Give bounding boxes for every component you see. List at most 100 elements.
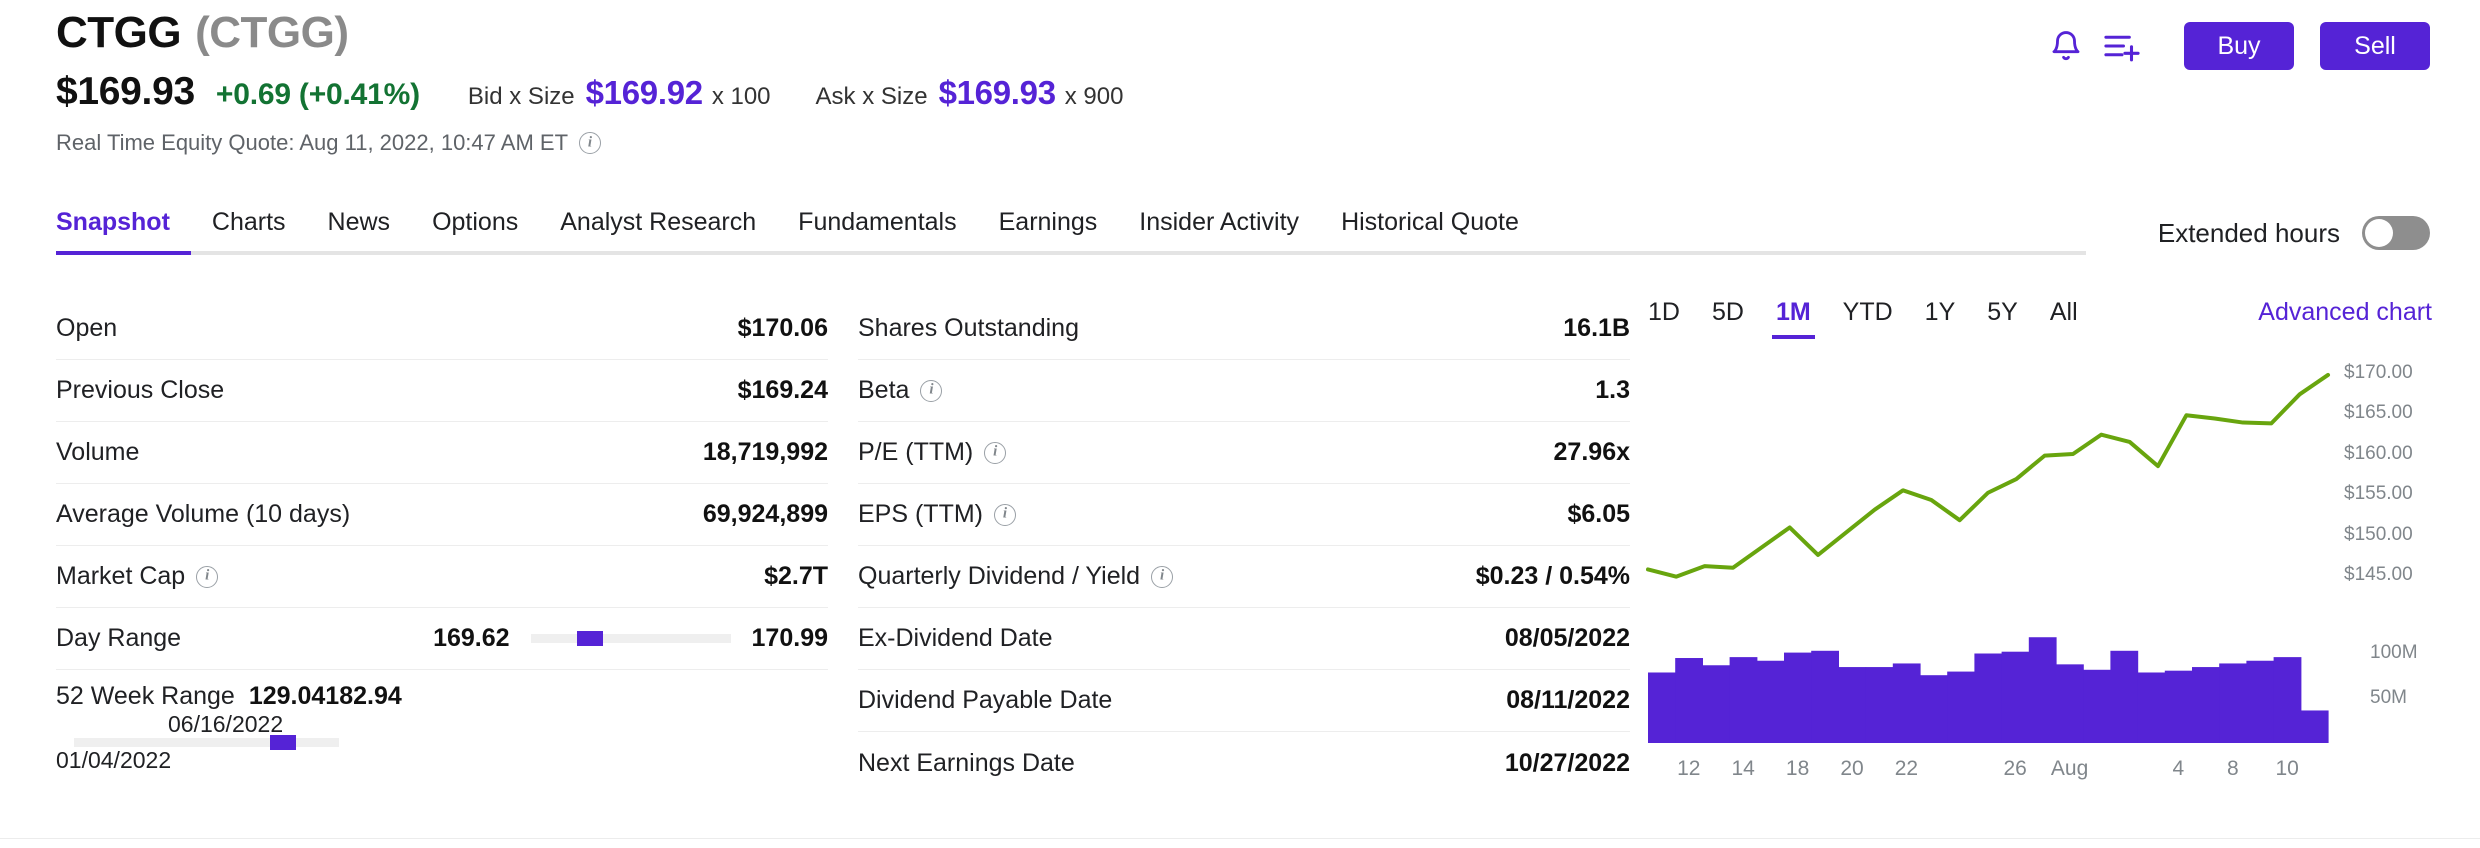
stat-value: $169.24 — [738, 376, 828, 405]
stat-value: 18,719,992 — [703, 438, 828, 467]
stats-column-left: Open$170.06Previous Close$169.24Volume18… — [56, 298, 828, 752]
x-axis-tick: 12 — [1677, 757, 1700, 781]
stat-value: 27.96x — [1554, 438, 1630, 467]
buy-button[interactable]: Buy — [2184, 22, 2294, 70]
bid-group: Bid x Size $169.92 x 100 — [468, 74, 771, 112]
volume-bar — [1947, 672, 1975, 743]
tab-historical-quote[interactable]: Historical Quote — [1320, 208, 1540, 251]
price-axis-tick: $160.00 — [2344, 443, 2413, 465]
volume-bar — [1811, 651, 1839, 743]
ask-size: x 900 — [1065, 83, 1124, 111]
bell-icon[interactable] — [2038, 18, 2094, 74]
day-range-thumb — [577, 631, 603, 646]
add-to-list-icon[interactable] — [2094, 18, 2150, 74]
tab-fundamentals[interactable]: Fundamentals — [777, 208, 977, 251]
stat-row: Next Earnings Date 10/27/2022 — [858, 732, 1630, 794]
range-button-1y[interactable]: 1Y — [1925, 298, 1956, 339]
range-button-1m[interactable]: 1M — [1776, 298, 1811, 339]
info-icon[interactable]: i — [920, 380, 942, 402]
stat-row: Open$170.06 — [56, 298, 828, 360]
stock-snapshot-page: CTGG (CTGG) $169.93 +0.69 (+0.41%) Bid x… — [0, 0, 2480, 848]
tab-underline-track — [56, 251, 2086, 255]
extended-hours-toggle[interactable] — [2362, 216, 2430, 250]
symbol-row: CTGG (CTGG) — [56, 8, 1123, 58]
info-icon[interactable]: i — [1151, 566, 1173, 588]
volume-bar — [1730, 657, 1758, 743]
price-row: $169.93 +0.69 (+0.41%) Bid x Size $169.9… — [56, 70, 1123, 114]
price-axis-tick: $150.00 — [2344, 524, 2413, 546]
volume-axis-tick: 50M — [2370, 687, 2407, 709]
range-button-5y[interactable]: 5Y — [1987, 298, 2018, 339]
info-icon[interactable]: i — [579, 132, 601, 154]
x-axis-tick: Aug — [2051, 757, 2088, 781]
range-button-ytd[interactable]: YTD — [1843, 298, 1893, 339]
volume-bar — [1702, 665, 1730, 743]
stat-value: 08/05/2022 — [1505, 624, 1630, 653]
price-axis-tick: $155.00 — [2344, 483, 2413, 505]
stat-label-text: Shares Outstanding — [858, 314, 1079, 343]
week52-range-row: 52 Week Range129.04182.9406/16/202201/04… — [56, 670, 828, 752]
x-axis-tick: 10 — [2276, 757, 2299, 781]
volume-bar — [2246, 661, 2274, 743]
info-icon[interactable]: i — [196, 566, 218, 588]
stat-label-text: Market Cap — [56, 562, 185, 591]
info-icon[interactable]: i — [994, 504, 1016, 526]
stat-value: $6.05 — [1567, 500, 1630, 529]
tab-bar: SnapshotChartsNewsOptionsAnalyst Researc… — [56, 208, 2086, 255]
stat-row: Market Capi$2.7T — [56, 546, 828, 608]
volume-bar — [2083, 670, 2111, 743]
range-button-all[interactable]: All — [2050, 298, 2078, 339]
stat-row: Dividend Payable Date08/11/2022 — [858, 670, 1630, 732]
price-line — [1648, 375, 2328, 577]
info-icon[interactable]: i — [984, 442, 1006, 464]
volume-bars — [1648, 637, 2329, 743]
stat-label: Average Volume (10 days) — [56, 500, 350, 529]
volume-bar — [1893, 663, 1921, 743]
range-button-5d[interactable]: 5D — [1712, 298, 1744, 339]
stat-label-text: Next Earnings Date — [858, 749, 1075, 778]
bid-label: Bid x Size — [468, 83, 575, 111]
sell-button[interactable]: Sell — [2320, 22, 2430, 70]
week52-high: 182.94 — [325, 682, 401, 710]
day-range-track — [531, 634, 731, 643]
stat-label-text: Quarterly Dividend / Yield — [858, 562, 1140, 591]
stat-label-text: Average Volume (10 days) — [56, 500, 350, 529]
volume-bar — [2165, 671, 2193, 743]
x-axis-tick: 8 — [2227, 757, 2239, 781]
volume-bar — [1866, 667, 1894, 743]
bid-size: x 100 — [712, 83, 771, 111]
volume-bar — [1838, 667, 1866, 743]
stat-value: 10/27/2022 — [1505, 749, 1630, 778]
x-axis-tick: 14 — [1732, 757, 1755, 781]
stat-label: Quarterly Dividend / Yield i — [858, 562, 1173, 591]
bid-price: $169.92 — [586, 74, 703, 112]
extended-hours-control[interactable]: Extended hours — [2158, 216, 2430, 250]
stat-label-text: Ex-Dividend Date — [858, 624, 1053, 653]
stat-value: 16.1B — [1563, 314, 1630, 343]
tab-options[interactable]: Options — [411, 208, 539, 251]
stat-label: Shares Outstanding — [858, 314, 1079, 343]
volume-bar — [1920, 675, 1948, 743]
tab-news[interactable]: News — [307, 208, 412, 251]
volume-axis-tick: 100M — [2370, 642, 2418, 664]
week52-label: 52 Week Range — [56, 682, 235, 710]
stat-row: Quarterly Dividend / Yieldi$0.23 / 0.54% — [858, 546, 1630, 608]
price-volume-chart[interactable]: $170.00$165.00$160.00$155.00$150.00$145.… — [1640, 350, 2480, 790]
volume-bar — [2002, 652, 2030, 743]
stat-row: Previous Close$169.24 — [56, 360, 828, 422]
volume-bar — [2192, 667, 2220, 743]
symbol-name: CTGG — [56, 8, 181, 58]
tab-earnings[interactable]: Earnings — [978, 208, 1119, 251]
tab-snapshot[interactable]: Snapshot — [56, 208, 191, 251]
range-button-1d[interactable]: 1D — [1648, 298, 1680, 339]
tab-insider-activity[interactable]: Insider Activity — [1118, 208, 1320, 251]
tab-analyst-research[interactable]: Analyst Research — [539, 208, 777, 251]
chart-controls: 1D 5D 1M YTD 1Y 5Y All Advanced chart — [1648, 298, 2432, 350]
advanced-chart-link[interactable]: Advanced chart — [2258, 298, 2432, 327]
tab-charts[interactable]: Charts — [191, 208, 307, 251]
stat-row: EPS (TTM)i$6.05 — [858, 484, 1630, 546]
week52-thumb — [270, 735, 296, 750]
stat-label: Ex-Dividend Date — [858, 624, 1053, 653]
volume-bar — [2219, 663, 2247, 743]
quote-header: CTGG (CTGG) $169.93 +0.69 (+0.41%) Bid x… — [56, 8, 1123, 156]
